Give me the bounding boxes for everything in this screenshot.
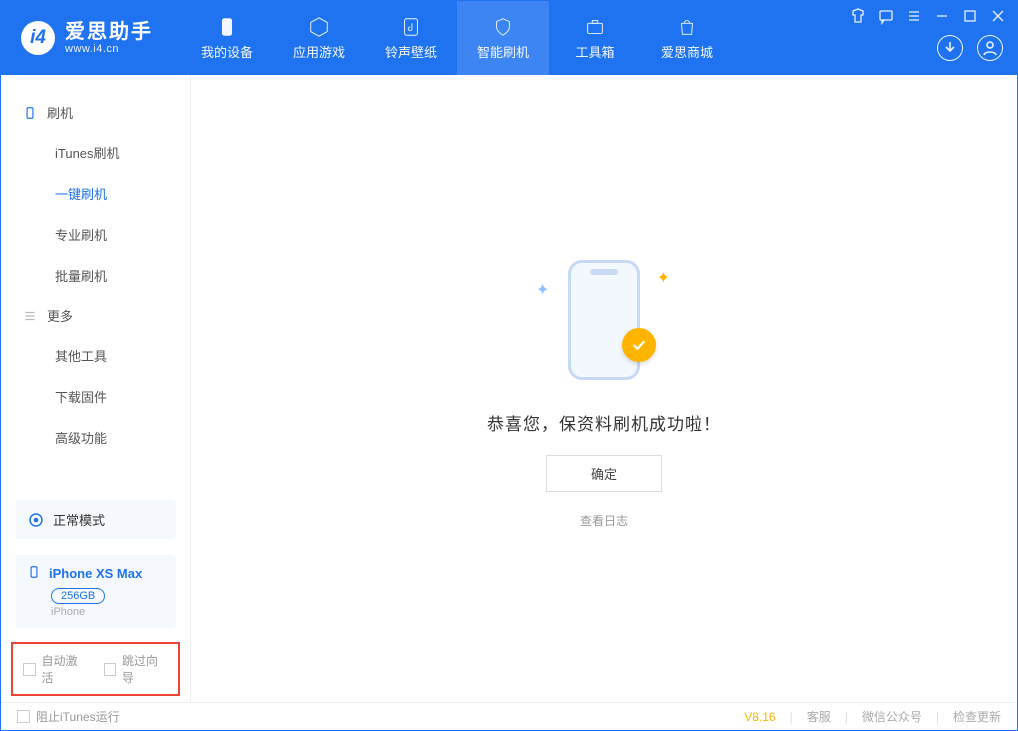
logo-icon: i4 bbox=[21, 21, 55, 55]
sidebar-section-more: 更多 bbox=[1, 296, 190, 335]
nav-label: 爱思商城 bbox=[661, 42, 713, 61]
logo-url: www.i4.cn bbox=[65, 43, 153, 55]
ok-button[interactable]: 确定 bbox=[546, 455, 662, 492]
checkbox-label: 跳过向导 bbox=[122, 652, 168, 686]
storage-badge: 256GB bbox=[51, 588, 105, 604]
menu-icon[interactable] bbox=[905, 7, 923, 25]
feedback-icon[interactable] bbox=[877, 7, 895, 25]
sidebar-item-batch-flash[interactable]: 批量刷机 bbox=[1, 255, 190, 296]
device-name: iPhone XS Max bbox=[49, 566, 142, 581]
nav-app-games[interactable]: 应用游戏 bbox=[273, 1, 365, 75]
bag-icon bbox=[676, 16, 698, 38]
nav-label: 工具箱 bbox=[575, 42, 614, 61]
section-label: 刷机 bbox=[47, 103, 73, 122]
sidebar-item-other-tools[interactable]: 其他工具 bbox=[1, 335, 190, 376]
checkbox-label: 阻止iTunes运行 bbox=[36, 708, 120, 725]
account-button[interactable] bbox=[977, 35, 1003, 61]
phone-icon bbox=[216, 16, 238, 38]
success-message: 恭喜您，保资料刷机成功啦！ bbox=[487, 410, 721, 435]
check-update-link[interactable]: 检查更新 bbox=[953, 708, 1001, 725]
wechat-link[interactable]: 微信公众号 bbox=[862, 708, 922, 725]
divider: | bbox=[845, 710, 848, 724]
divider: | bbox=[936, 710, 939, 724]
nav-label: 我的设备 bbox=[201, 42, 253, 61]
section-label: 更多 bbox=[47, 306, 73, 325]
checkbox-auto-activate[interactable]: 自动激活 bbox=[23, 652, 88, 686]
device-type: iPhone bbox=[51, 606, 164, 618]
maximize-button[interactable] bbox=[961, 7, 979, 25]
checkbox-block-itunes[interactable]: 阻止iTunes运行 bbox=[17, 708, 120, 725]
checkbox-label: 自动激活 bbox=[42, 652, 88, 686]
checkbox-skip-guide[interactable]: 跳过向导 bbox=[104, 652, 169, 686]
device-info-card[interactable]: iPhone XS Max 256GB iPhone bbox=[15, 555, 176, 628]
sidebar: 刷机 iTunes刷机 一键刷机 专业刷机 批量刷机 更多 其他工具 下载固件 … bbox=[1, 75, 191, 704]
sparkle-icon: ✦ bbox=[657, 268, 670, 288]
device-icon bbox=[23, 106, 37, 120]
check-badge-icon bbox=[622, 328, 656, 362]
music-file-icon bbox=[400, 16, 422, 38]
divider: | bbox=[790, 710, 793, 724]
sidebar-item-pro-flash[interactable]: 专业刷机 bbox=[1, 214, 190, 255]
status-bar: 阻止iTunes运行 V8.16 | 客服 | 微信公众号 | 检查更新 bbox=[1, 702, 1017, 730]
list-icon bbox=[23, 309, 37, 323]
sidebar-item-itunes-flash[interactable]: iTunes刷机 bbox=[1, 132, 190, 173]
sidebar-item-onekey-flash[interactable]: 一键刷机 bbox=[1, 173, 190, 214]
nav-label: 智能刷机 bbox=[477, 42, 529, 61]
device-mode-card[interactable]: 正常模式 bbox=[15, 500, 176, 539]
sidebar-item-download-firmware[interactable]: 下载固件 bbox=[1, 376, 190, 417]
minimize-button[interactable] bbox=[933, 7, 951, 25]
skin-icon[interactable] bbox=[849, 7, 867, 25]
highlighted-options: 自动激活 跳过向导 bbox=[11, 642, 180, 696]
success-illustration: ✦ ✦ bbox=[514, 250, 694, 390]
header: i4 爱思助手 www.i4.cn 我的设备 应用游戏 铃声壁纸 智能刷机 工具… bbox=[1, 1, 1017, 75]
checkbox-icon bbox=[104, 663, 117, 676]
shield-refresh-icon bbox=[492, 16, 514, 38]
main-content: ✦ ✦ 恭喜您，保资料刷机成功啦！ 确定 查看日志 bbox=[191, 75, 1017, 704]
version-label: V8.16 bbox=[744, 710, 775, 724]
mode-icon bbox=[27, 511, 45, 529]
sidebar-item-advanced[interactable]: 高级功能 bbox=[1, 417, 190, 458]
view-log-link[interactable]: 查看日志 bbox=[580, 512, 628, 529]
phone-small-icon bbox=[27, 565, 41, 582]
close-button[interactable] bbox=[989, 7, 1007, 25]
checkbox-icon bbox=[17, 710, 30, 723]
sparkle-icon: ✦ bbox=[536, 280, 549, 300]
nav-toolbox[interactable]: 工具箱 bbox=[549, 1, 641, 75]
sidebar-section-flash: 刷机 bbox=[1, 93, 190, 132]
nav-label: 铃声壁纸 bbox=[385, 42, 437, 61]
nav-store[interactable]: 爱思商城 bbox=[641, 1, 733, 75]
customer-service-link[interactable]: 客服 bbox=[807, 708, 831, 725]
nav-my-device[interactable]: 我的设备 bbox=[181, 1, 273, 75]
nav-label: 应用游戏 bbox=[293, 42, 345, 61]
download-button[interactable] bbox=[937, 35, 963, 61]
cube-icon bbox=[308, 16, 330, 38]
toolbox-icon bbox=[584, 16, 606, 38]
nav-smart-flash[interactable]: 智能刷机 bbox=[457, 1, 549, 75]
logo-title: 爱思助手 bbox=[65, 21, 153, 43]
top-nav: 我的设备 应用游戏 铃声壁纸 智能刷机 工具箱 爱思商城 bbox=[181, 1, 733, 75]
phone-illustration bbox=[568, 260, 640, 380]
checkbox-icon bbox=[23, 663, 36, 676]
nav-ringtone-wallpaper[interactable]: 铃声壁纸 bbox=[365, 1, 457, 75]
logo: i4 爱思助手 www.i4.cn bbox=[1, 1, 181, 75]
device-mode-label: 正常模式 bbox=[53, 510, 105, 529]
